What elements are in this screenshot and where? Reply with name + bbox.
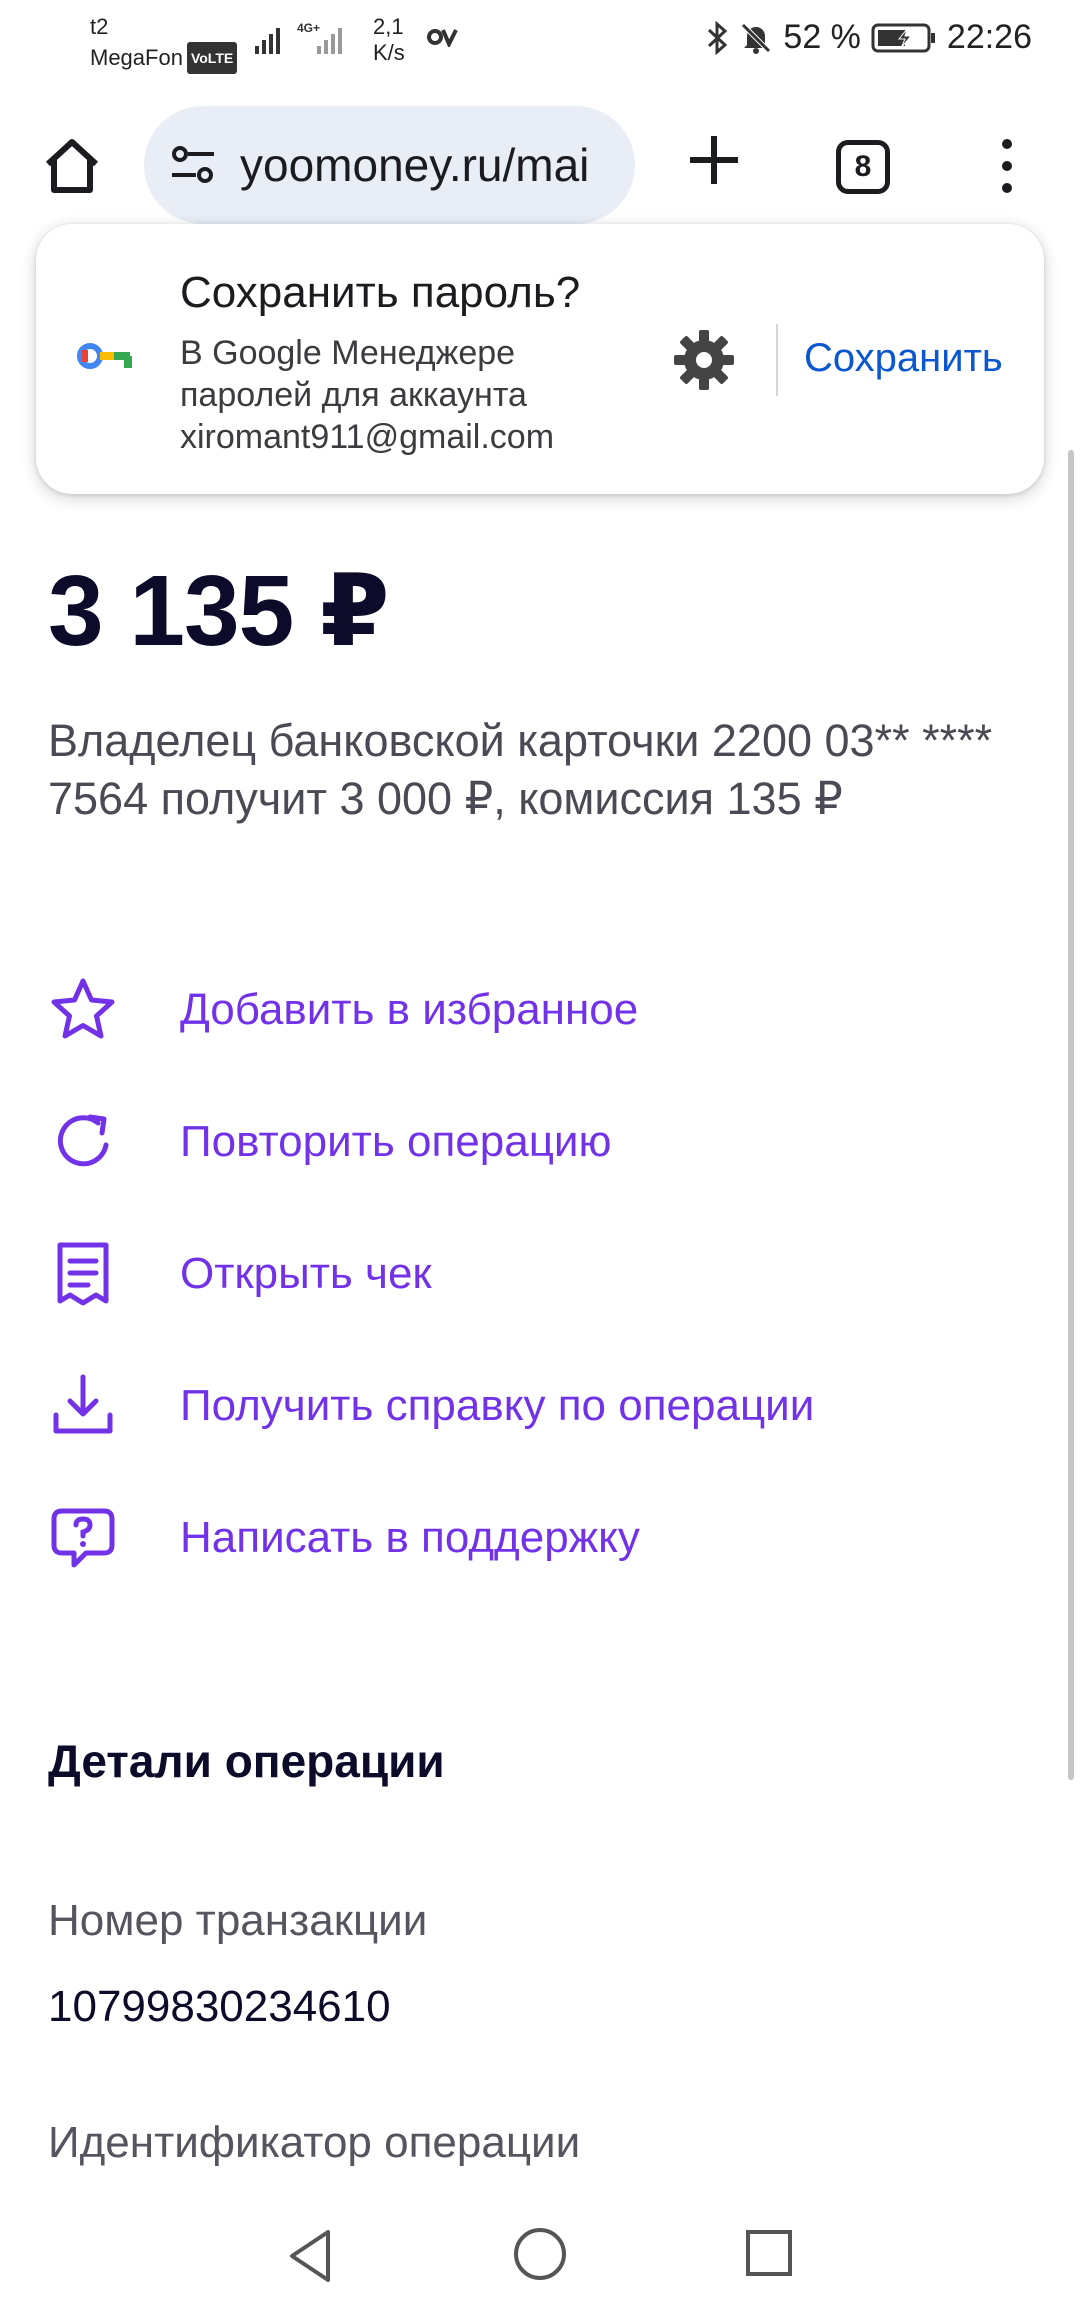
get-statement-action[interactable]: Получить справку по операции [0, 1361, 1080, 1451]
screen: t2 MegaFon VoLTE 4G+ 2,1 K/s 52 % 22:26 … [0, 0, 1080, 2312]
recent-apps-icon[interactable] [744, 2228, 794, 2278]
tab-switcher-button[interactable]: 8 [836, 140, 890, 194]
battery-percent: 52 % [783, 18, 861, 56]
clock: 22:26 [946, 18, 1032, 56]
repeat-icon [57, 1114, 109, 1167]
more-menu-icon[interactable] [996, 138, 1018, 194]
carrier-info: t2 MegaFon VoLTE [90, 12, 238, 74]
carrier-name: t2 [90, 14, 109, 39]
star-icon [51, 978, 115, 1039]
signal-strength-icon: 4G+ [255, 21, 342, 54]
operation-id-label: Идентификатор операции [48, 2118, 581, 2167]
address-bar[interactable]: yoomoney.ru/mai [144, 106, 635, 224]
gear-icon[interactable] [672, 328, 736, 392]
write-support-action[interactable]: Написать в поддержку [0, 1493, 1080, 1583]
action-label: Повторить операцию [180, 1117, 612, 1166]
save-password-button[interactable]: Сохранить [804, 336, 1003, 381]
receipt-icon [57, 1242, 109, 1306]
vk-icon [425, 26, 459, 54]
carrier-name-2: MegaFon [90, 45, 183, 70]
details-title: Детали операции [48, 1735, 445, 1787]
url-text[interactable]: yoomoney.ru/mai [240, 138, 589, 192]
speed-unit: K/s [373, 40, 405, 65]
network-type: 4G+ [297, 21, 320, 35]
browser-toolbar: yoomoney.ru/mai 8 [0, 98, 1080, 232]
open-receipt-action[interactable]: Открыть чек [0, 1229, 1080, 1319]
password-key-icon [77, 343, 132, 369]
save-password-popup: Сохранить пароль? В Google Менеджере пар… [36, 224, 1044, 494]
transaction-number-label: Номер транзакции [48, 1896, 428, 1945]
home-nav-icon[interactable] [512, 2226, 568, 2282]
add-to-favorites-action[interactable]: Добавить в избранное [0, 965, 1080, 1055]
download-icon [53, 1374, 113, 1434]
status-bar: t2 MegaFon VoLTE 4G+ 2,1 K/s 52 % 22:26 [0, 0, 1080, 84]
system-nav-bar [0, 2200, 1080, 2312]
popup-description: В Google Менеджере паролей для аккаунта … [180, 334, 555, 456]
battery-icon [871, 23, 935, 52]
back-icon[interactable] [284, 2226, 336, 2286]
network-speed: 2,1 K/s [373, 14, 405, 66]
action-label: Добавить в избранное [180, 985, 639, 1034]
speed-value: 2,1 [373, 14, 404, 39]
home-icon[interactable] [40, 134, 104, 198]
support-chat-icon [51, 1508, 115, 1568]
volte-badge: VoLTE [186, 42, 238, 74]
new-tab-icon[interactable] [686, 132, 742, 188]
mute-bell-icon [741, 22, 772, 54]
action-label: Получить справку по операции [180, 1381, 815, 1430]
popup-title: Сохранить пароль? [180, 268, 581, 317]
action-label: Открыть чек [180, 1249, 432, 1298]
bluetooth-icon [708, 20, 728, 55]
signal-icons: 4G+ [255, 20, 365, 65]
operation-description: Владелец банковской карточки 2200 03** *… [48, 715, 993, 824]
status-right: 52 % 22:26 [705, 18, 1032, 57]
action-label: Написать в поддержку [180, 1513, 640, 1562]
transaction-number-value: 10799830234610 [48, 1982, 391, 2031]
operation-amount: 3 135 ₽ [48, 555, 390, 667]
repeat-operation-action[interactable]: Повторить операцию [0, 1097, 1080, 1187]
site-settings-icon[interactable] [170, 144, 216, 186]
popup-divider [776, 324, 778, 396]
